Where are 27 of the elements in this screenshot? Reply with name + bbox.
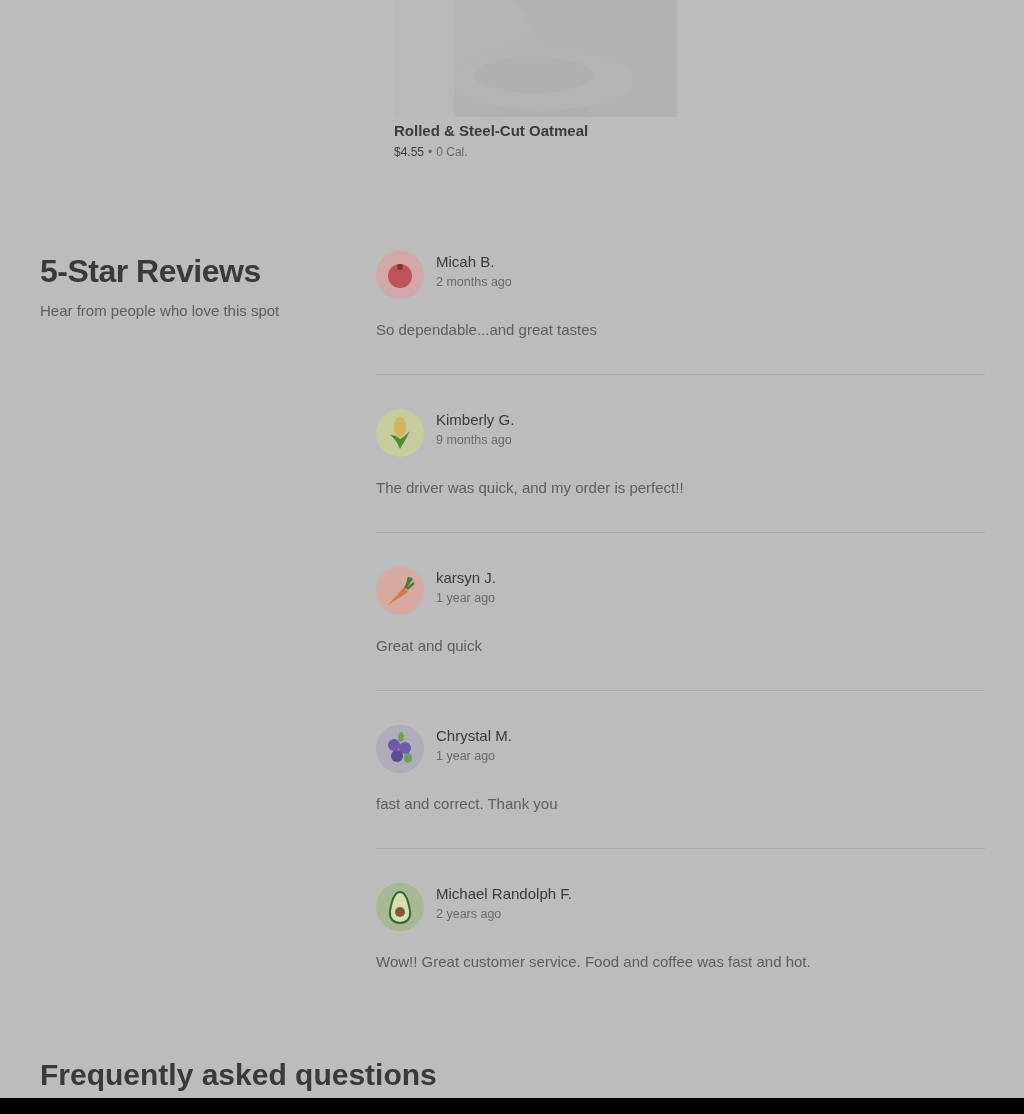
- review-time: 9 months ago: [436, 433, 512, 447]
- faq-heading: Frequently asked questions: [40, 1057, 437, 1093]
- carrot-avatar-icon: [376, 567, 424, 615]
- reviewer-name: Chrystal M.: [436, 727, 512, 744]
- item-name: Rolled & Steel-Cut Oatmeal: [394, 122, 589, 139]
- review-text: Wow!! Great customer service. Food and coffee was fast and hot.: [376, 953, 811, 970]
- review-time: 2 months ago: [436, 275, 512, 289]
- item-calories: 0 Cal.: [436, 145, 468, 159]
- separator-dot: •: [428, 145, 433, 159]
- reviewer-name: Michael Randolph F.: [436, 885, 572, 902]
- section-subtitle: Hear from people who love this spot: [40, 302, 280, 319]
- tomato-avatar-icon: [376, 251, 424, 299]
- reviewer-name: karsyn J.: [436, 569, 496, 586]
- review-time: 1 year ago: [436, 591, 496, 605]
- blueberry-avatar-icon: [376, 725, 424, 773]
- reviewer-name: Kimberly G.: [436, 411, 515, 428]
- review-text: So dependable...and great tastes: [376, 321, 597, 338]
- section-heading: 5-Star Reviews: [40, 253, 261, 290]
- item-price: $4.55: [394, 145, 425, 159]
- review-text: Great and quick: [376, 637, 482, 654]
- corn-avatar-icon: [376, 409, 424, 457]
- reviewer-name: Micah B.: [436, 253, 495, 270]
- avocado-avatar-icon: [376, 883, 424, 931]
- review-text: fast and correct. Thank you: [376, 795, 558, 812]
- review-time: 1 year ago: [436, 749, 496, 763]
- review-time: 2 years ago: [436, 907, 502, 921]
- review-text: The driver was quick, and my order is perfect!!: [376, 479, 684, 496]
